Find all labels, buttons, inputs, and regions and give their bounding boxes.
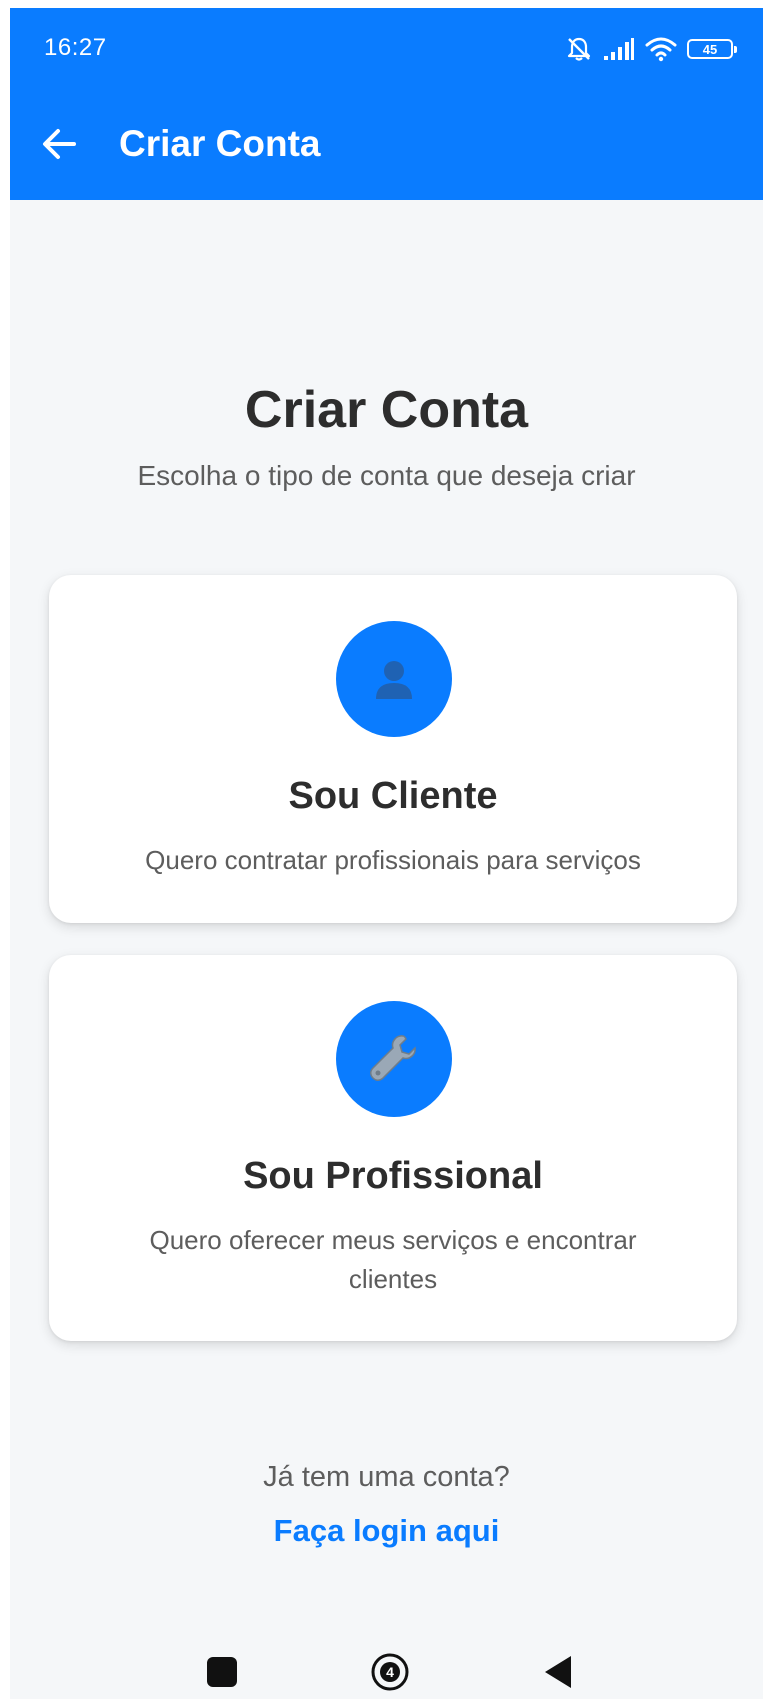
login-link[interactable]: Faça login aqui <box>10 1513 763 1549</box>
wrench-icon <box>370 1035 416 1081</box>
signal-icon <box>603 37 635 61</box>
home-button[interactable]: 4 <box>370 1652 410 1692</box>
home-badge: 4 <box>386 1664 394 1680</box>
recents-button[interactable] <box>207 1657 237 1687</box>
battery-icon: 45 <box>687 39 737 59</box>
page-subtitle: Escolha o tipo de conta que deseja criar <box>137 460 636 491</box>
arrow-left-icon <box>43 129 76 159</box>
professional-account-card[interactable]: Sou Profissional Quero oferecer meus ser… <box>49 955 737 1341</box>
screen: 16:27 45 Criar Conta Criar Conta Escolha… <box>10 8 763 1699</box>
triangle-back-icon <box>545 1656 571 1688</box>
client-card-title: Sou Cliente <box>288 775 498 817</box>
client-icon-circle <box>336 621 452 737</box>
client-account-card[interactable]: Sou Cliente Quero contratar profissionai… <box>49 575 737 923</box>
professional-icon-circle <box>336 1001 452 1117</box>
wifi-icon <box>645 36 677 62</box>
login-question: Já tem uma conta? <box>263 1461 510 1493</box>
status-icons: 45 <box>565 34 737 64</box>
bell-off-icon <box>565 35 593 63</box>
page-title: Criar Conta <box>244 381 529 439</box>
home-circle-icon: 4 <box>371 1653 409 1691</box>
client-card-description: Quero contratar profissionais para servi… <box>145 845 641 875</box>
back-button[interactable] <box>40 124 80 164</box>
back-button[interactable] <box>541 1652 575 1692</box>
battery-level: 45 <box>702 41 718 57</box>
person-icon <box>376 661 412 699</box>
professional-card-description: Quero oferecer meus serviços e encontrar… <box>149 1225 637 1294</box>
status-time: 16:27 <box>44 34 107 61</box>
app-bar-title: Criar Conta <box>119 123 321 164</box>
app-bar: 16:27 45 Criar Conta <box>10 8 763 200</box>
system-nav-bar: 4 <box>10 1638 763 1699</box>
professional-card-title: Sou Profissional <box>243 1155 543 1197</box>
